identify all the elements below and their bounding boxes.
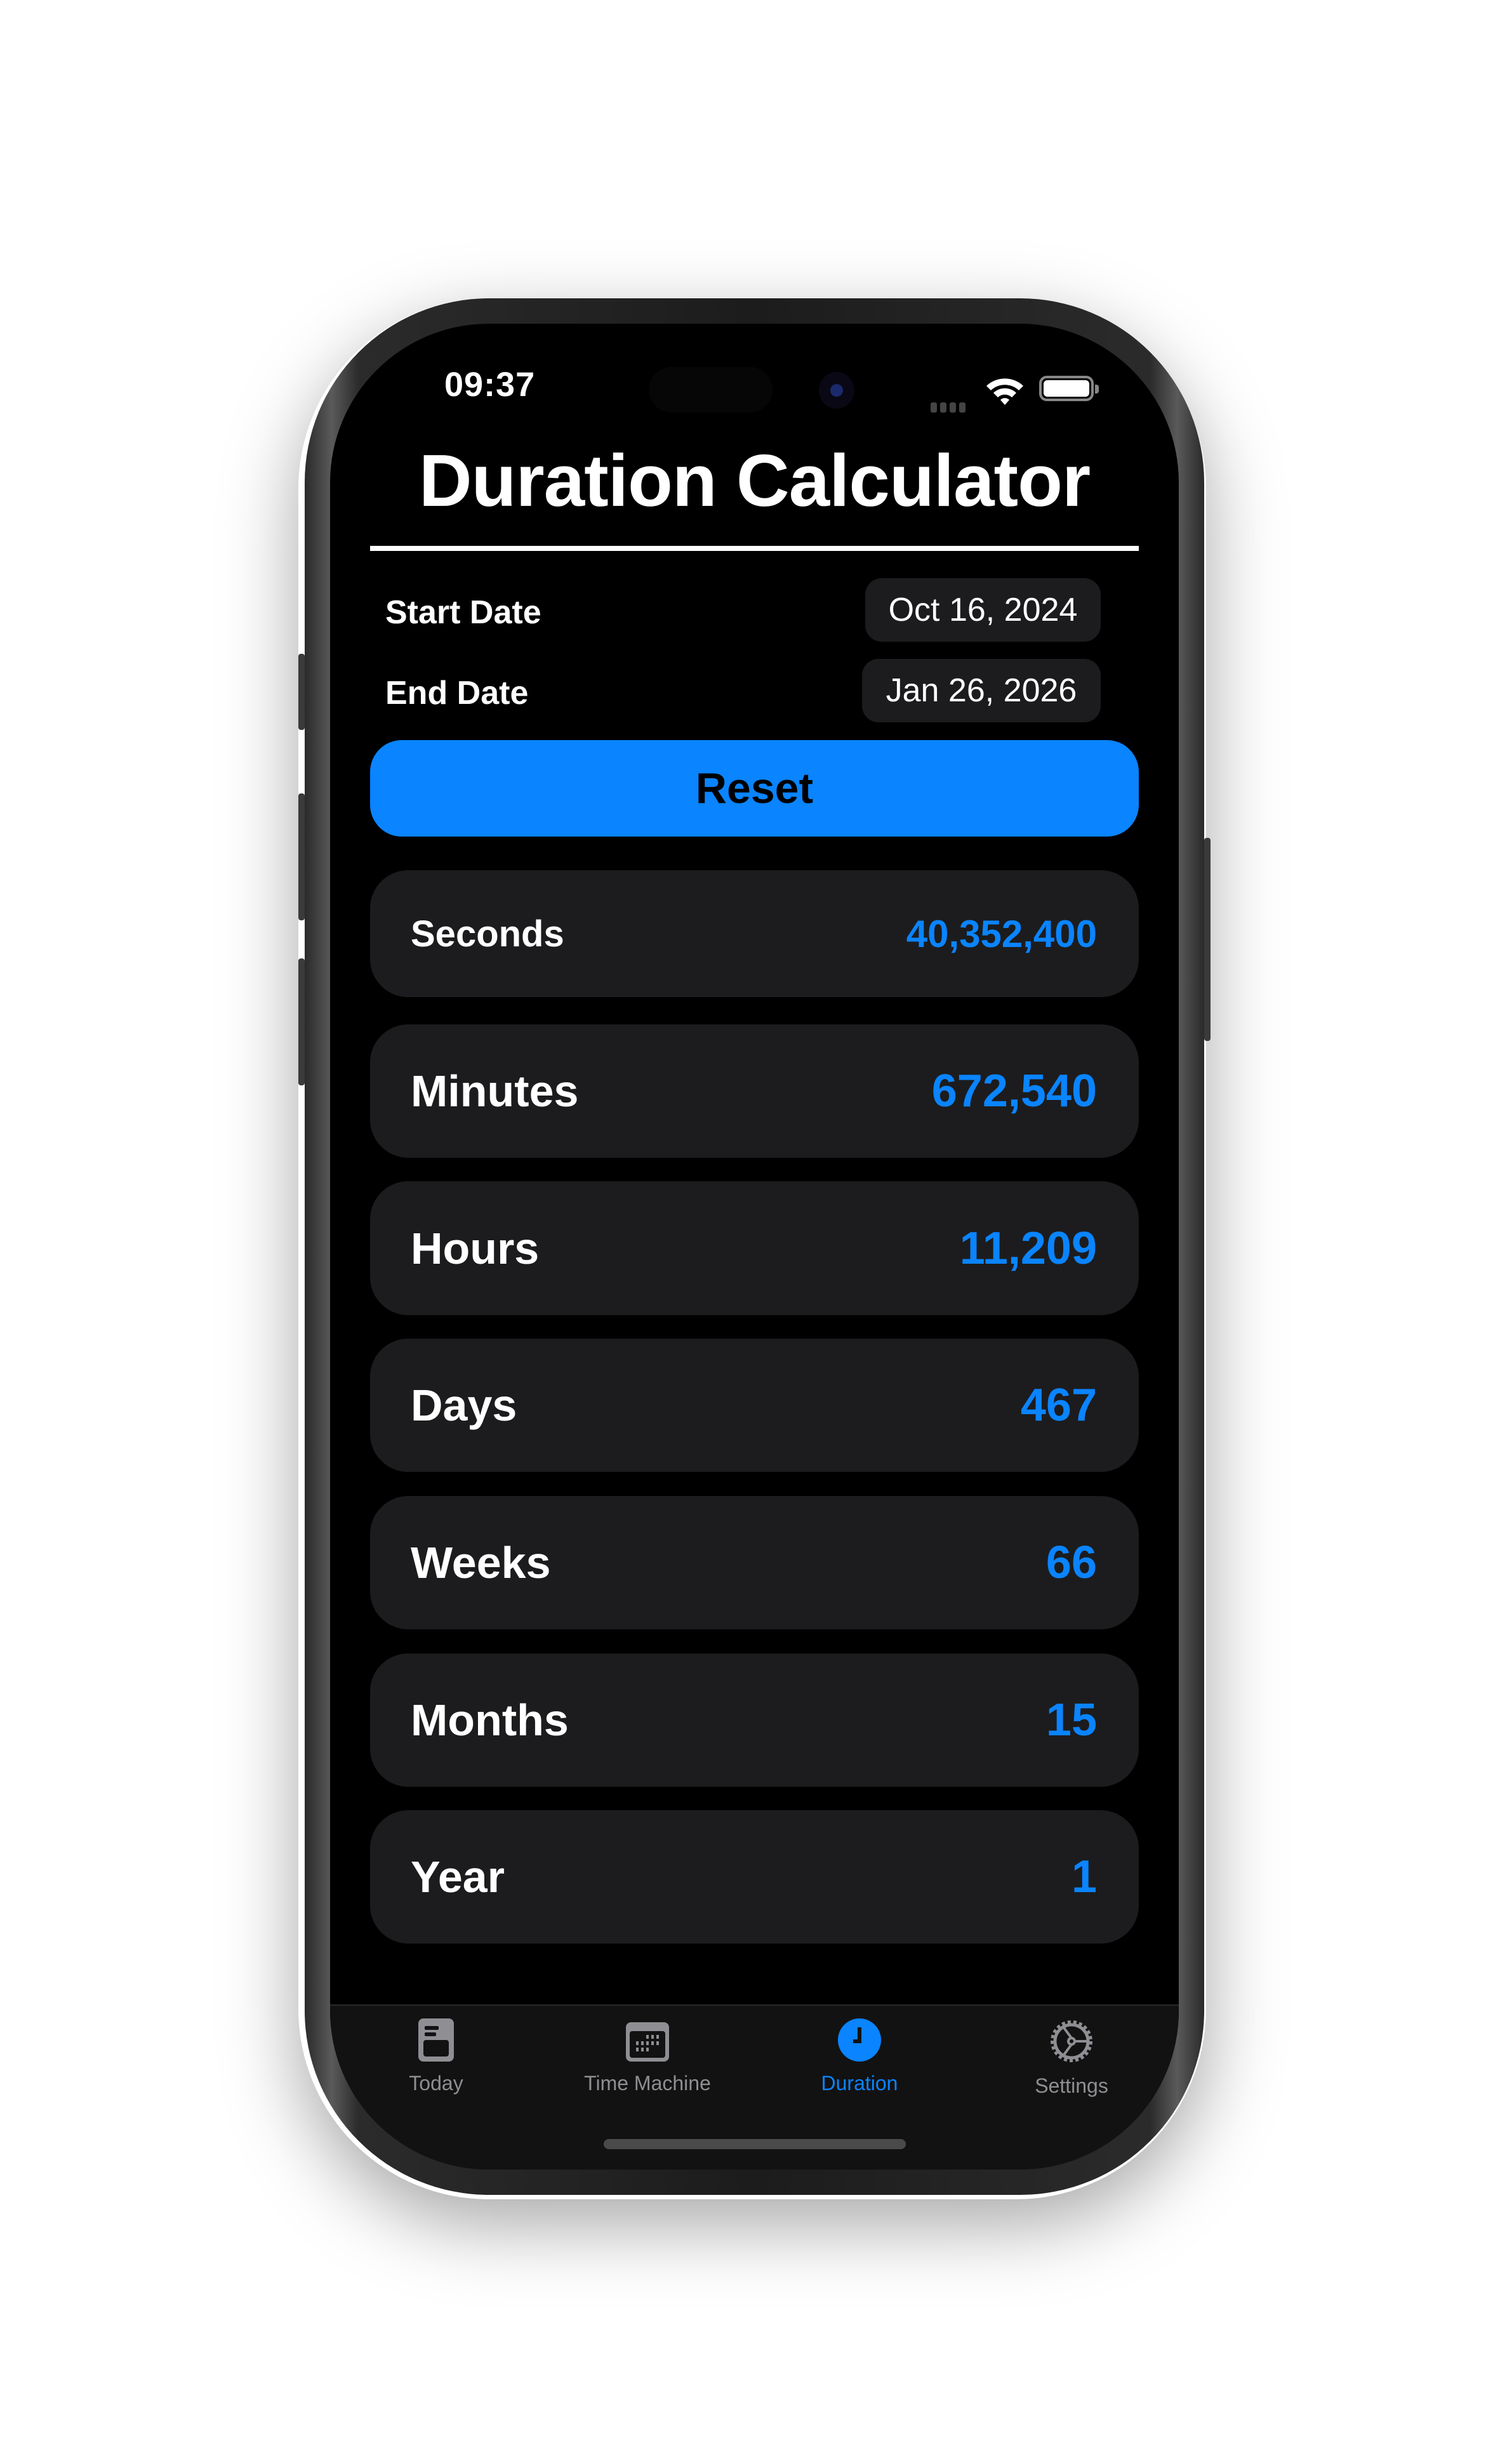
- result-value: 40,352,400: [906, 912, 1097, 955]
- result-label: Hours: [411, 1223, 540, 1273]
- reset-button[interactable]: Reset: [370, 740, 1139, 837]
- result-card-days: Days 467: [370, 1339, 1139, 1472]
- result-card-year: Year 1: [370, 1810, 1139, 1944]
- app-screen: 09:37 Duration Calculator Start Date Oct…: [330, 324, 1179, 2169]
- start-date-label: Start Date: [385, 594, 541, 631]
- clock-icon: [838, 2018, 881, 2062]
- result-label: Seconds: [411, 913, 564, 955]
- tab-settings[interactable]: Settings: [976, 2017, 1167, 2098]
- action-button: [298, 654, 305, 730]
- calendar-page-icon: [418, 2018, 454, 2062]
- result-label: Days: [411, 1381, 517, 1430]
- start-date-picker[interactable]: Oct 16, 2024: [865, 578, 1101, 642]
- tab-label: Duration: [821, 2072, 898, 2095]
- result-card-weeks: Weeks 66: [370, 1496, 1139, 1629]
- battery-icon: [1039, 376, 1099, 401]
- end-date-picker[interactable]: Jan 26, 2026: [862, 659, 1101, 722]
- status-time: 09:37: [444, 366, 536, 404]
- tab-label: Time Machine: [584, 2072, 711, 2095]
- result-card-minutes: Minutes 672,540: [370, 1024, 1139, 1158]
- cellular-signal-icon: [931, 402, 965, 413]
- page-title: Duration Calculator: [418, 439, 1091, 522]
- result-card-hours: Hours 11,209: [370, 1181, 1139, 1315]
- result-label: Year: [411, 1852, 505, 1902]
- end-date-label: End Date: [385, 675, 529, 712]
- result-value: 1: [1071, 1851, 1097, 1902]
- result-value: 467: [1020, 1380, 1097, 1431]
- wifi-icon: [986, 378, 1023, 405]
- home-indicator[interactable]: [604, 2139, 906, 2149]
- tab-label: Settings: [1035, 2074, 1108, 2097]
- tab-time-machine[interactable]: Time Machine: [552, 2017, 743, 2095]
- tab-duration[interactable]: Duration: [764, 2017, 955, 2095]
- gear-icon: [1051, 2020, 1092, 2062]
- result-card-months: Months 15: [370, 1653, 1139, 1787]
- result-card-seconds: Seconds 40,352,400: [370, 870, 1139, 997]
- dynamic-island: [649, 367, 773, 413]
- volume-up-button: [298, 793, 305, 920]
- result-label: Weeks: [411, 1538, 551, 1587]
- power-button: [1204, 838, 1211, 1041]
- volume-down-button: [298, 958, 305, 1085]
- title-divider: [370, 546, 1139, 551]
- front-camera: [819, 372, 854, 409]
- tab-label: Today: [409, 2072, 463, 2095]
- result-value: 15: [1045, 1695, 1097, 1745]
- tab-today[interactable]: Today: [341, 2017, 531, 2095]
- result-value: 66: [1045, 1537, 1097, 1588]
- calendar-grid-icon: [626, 2022, 669, 2062]
- result-label: Minutes: [411, 1066, 579, 1116]
- result-value: 11,209: [959, 1222, 1097, 1274]
- result-label: Months: [411, 1695, 569, 1745]
- result-value: 672,540: [931, 1066, 1097, 1116]
